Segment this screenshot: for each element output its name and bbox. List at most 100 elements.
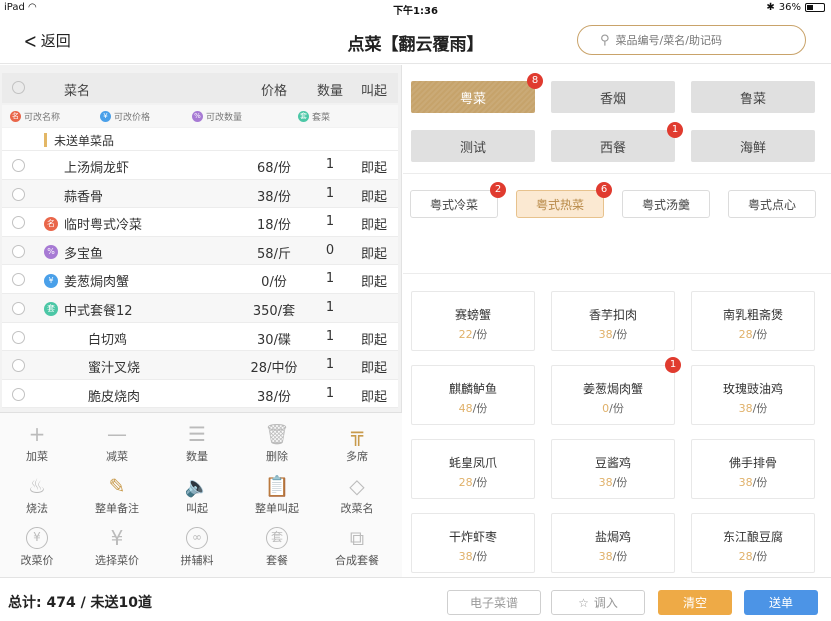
dish-price-value: 38 [738,476,753,489]
legend-item: 套套菜 [298,110,330,123]
dish-name-cell: 套中式套餐12 [44,300,133,319]
dish-price-value: 28 [738,550,753,563]
dish-card[interactable]: 盐焗鸡 38/份 [551,513,675,573]
dish-card[interactable]: 麒麟鲈鱼 48/份 [411,365,535,425]
row-select-radio[interactable] [12,244,25,258]
dish-card[interactable]: 香芋扣肉 38/份 [551,291,675,351]
dish-card-name: 香芋扣肉 [588,308,637,322]
plus-icon: + [28,422,46,446]
toolbar-button-trash[interactable]: 🗑 删除 [242,421,312,467]
dish-name: 姜葱焗肉蟹 [64,275,130,291]
dish-card[interactable]: 南乳粗斋煲 28/份 [691,291,815,351]
select-all-radio[interactable] [12,81,25,94]
dish-price: 58/斤 [257,246,291,262]
dish-call-status: 即起 [360,161,387,176]
order-row[interactable]: 脆皮烧肉 38/份 1 即起 [2,379,398,409]
dish-qty: 1 [325,185,335,201]
dish-card[interactable]: 佛手排骨 38/份 [691,439,815,499]
toolbar-button-tag[interactable]: ◇ 改菜名 [322,473,392,519]
order-row[interactable]: 套中式套餐12 350/套 1 [2,293,398,323]
tag-icon: ◇ [349,474,365,498]
dish-card[interactable]: 蚝皇凤爪 28/份 [411,439,535,499]
count-badge: 2 [490,182,506,198]
row-select-radio[interactable] [12,187,25,201]
search-input[interactable] [615,33,786,47]
back-button[interactable]: < 返回 [22,30,71,51]
star-icon: ☆ [578,595,589,610]
category-tab[interactable]: 测试 [411,130,535,162]
row-select-radio[interactable] [12,387,25,401]
legend-badge-icon: ¥ [100,111,111,122]
order-row[interactable]: ¥ 姜葱焗肉蟹 0/份 1 即起 [2,265,398,294]
toolbar-button-tables[interactable]: ╦ 多席 [322,421,392,467]
toolbar-button-mix[interactable]: ∞ 拼辅料 [162,525,232,571]
category-tab[interactable]: 香烟 [551,81,675,113]
battery-percent: 36% [778,2,801,13]
dish-card[interactable]: 东江酿豆腐 28/份 [691,513,815,573]
toolbar-button-order-call[interactable]: 📋 整单叫起 [242,473,312,519]
row-select-radio[interactable] [12,359,25,373]
dish-name-cell: 名临时粤式冷菜 [44,214,142,233]
subcategory-tab[interactable]: 粤式热菜 [516,190,604,218]
send-order-button[interactable]: 送单 [744,590,818,615]
clear-button[interactable]: 清空 [658,590,732,615]
dish-card[interactable]: 干炸虾枣 38/份 [411,513,535,573]
subcategory-tab[interactable]: 粤式汤羹 [622,190,710,218]
dish-price-unit: /份 [472,402,488,415]
dish-card[interactable]: 姜葱焗肉蟹 0/份 [551,365,675,425]
column-qty: 数量 [316,84,343,99]
dish-card-price: 38/份 [692,400,814,416]
toolbar-button-combine[interactable]: ⧉ 合成套餐 [322,525,392,571]
order-row[interactable]: 白切鸡 30/碟 1 即起 [2,322,398,352]
order-row[interactable]: 蜜汁叉烧 28/中份 1 即起 [2,351,398,380]
subcategory-tab[interactable]: 粤式点心 [728,190,816,218]
toolbar-button-set-meal[interactable]: 套套餐 [242,525,312,571]
category-tab[interactable]: 西餐 [551,130,675,162]
toolbar-button-edit-note[interactable]: ✎ 整单备注 [82,473,152,519]
e-menu-label: 电子菜谱 [469,596,518,610]
divider [403,273,831,274]
dish-price-unit: /份 [752,328,768,341]
toolbar-button-stack[interactable]: ☰ 数量 [162,421,232,467]
column-price: 价格 [260,84,287,99]
edit-note-icon: ✎ [108,474,126,498]
dish-name: 临时粤式冷菜 [64,218,143,234]
mix-icon-glyph: ∞ [186,527,208,549]
order-row[interactable]: 上汤焗龙虾 68/份 1 即起 [2,151,398,180]
dish-card[interactable]: 玫瑰豉油鸡 38/份 [691,365,815,425]
row-select-radio[interactable] [12,301,25,315]
toolbar-label: 数量 [186,450,208,463]
import-button[interactable]: ☆ 调入 [551,590,645,615]
subcategory-tab[interactable]: 粤式冷菜 [410,190,498,218]
toolbar-button-cooking-pot[interactable]: ♨ 烧法 [2,473,72,519]
attribute-badge-icon: 套 [44,302,58,317]
category-tab[interactable]: 鲁菜 [691,81,815,113]
toolbar-button-speaker[interactable]: 🔈 叫起 [162,473,232,519]
trash-icon: 🗑 [264,422,290,446]
row-select-radio[interactable] [12,159,25,172]
row-select-radio[interactable] [12,273,25,287]
dish-name-cell: 蒜香骨 [64,186,103,205]
order-row[interactable]: % 多宝鱼 58/斤 0 即起 [2,236,398,266]
dish-name: 中式套餐12 [64,303,133,319]
dish-card-price: 38/份 [692,474,814,490]
search-box[interactable]: ⚲ [577,25,806,55]
category-tab[interactable]: 海鲜 [691,130,815,162]
category-tab[interactable]: 粤菜 [411,81,535,113]
row-select-radio[interactable] [12,216,25,230]
toolbar-button-yen-circle[interactable]: ¥ 改菜价 [2,525,72,571]
order-row[interactable]: 蒜香骨 38/份 1 即起 [2,179,398,209]
toolbar-button-plus[interactable]: + 加菜 [2,421,72,467]
dish-card[interactable]: 豆酱鸡 38/份 [551,439,675,499]
toolbar-button-yen[interactable]: ¥ 选择菜价 [82,525,152,571]
dish-card[interactable]: 赛螃蟹 22/份 [411,291,535,351]
combine-icon: ⧉ [349,526,365,550]
e-menu-button[interactable]: 电子菜谱 [447,590,541,615]
yen-circle-icon-glyph: ¥ [26,527,48,549]
toolbar-button-minus[interactable]: — 减菜 [82,421,152,467]
row-select-radio[interactable] [12,330,25,344]
dish-card-name: 东江酿豆腐 [722,530,783,544]
order-row[interactable]: 名临时粤式冷菜 18/份 1 即起 [2,208,398,237]
order-table-header: 菜名 价格 数量 叫起 [2,73,398,103]
dish-price: 38/份 [257,389,291,405]
